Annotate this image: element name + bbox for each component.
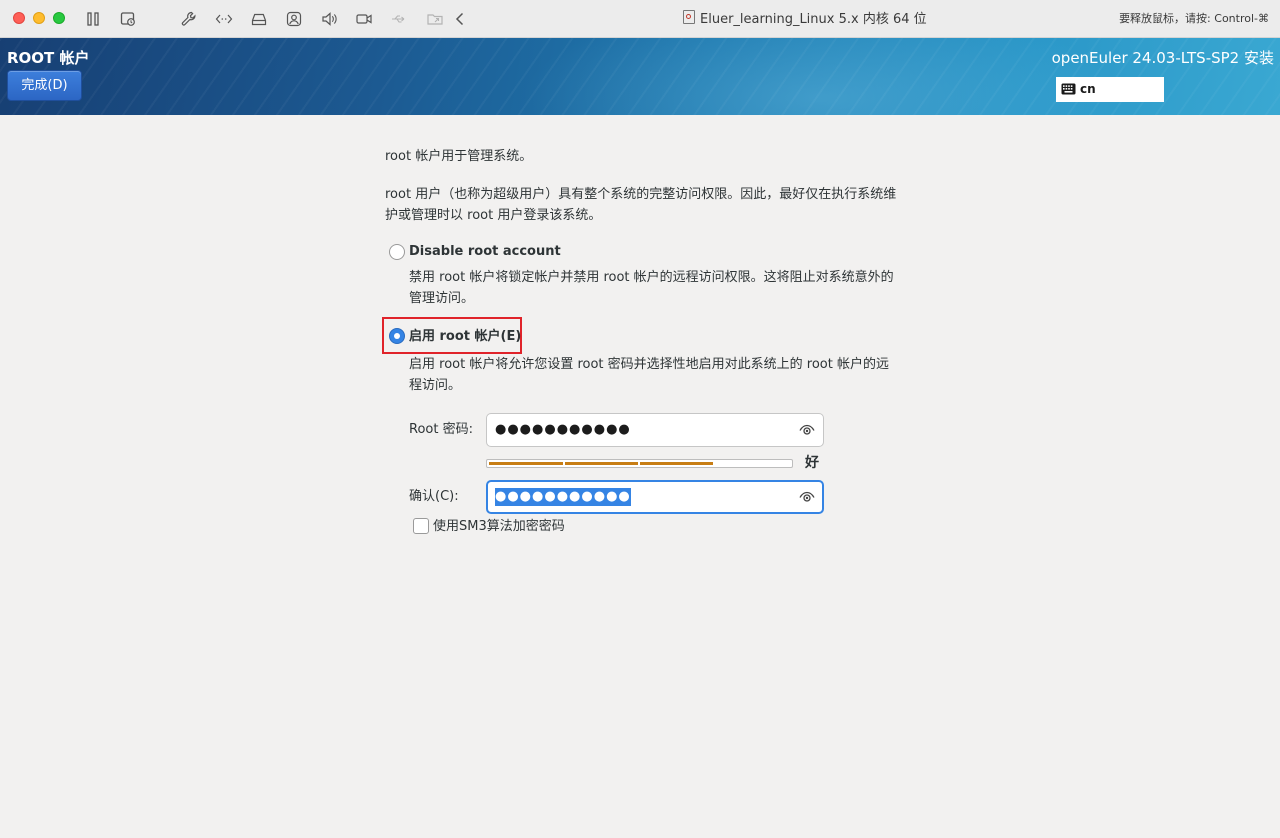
enable-root-label[interactable]: 启用 root 帐户(E) [409,328,521,346]
sm3-encryption-label[interactable]: 使用SM3算法加密密码 [433,516,565,537]
confirm-password-input[interactable]: ●●●●●●●●●●● [486,480,824,514]
password-strength-meter [486,459,793,468]
disable-root-label[interactable]: Disable root account [409,243,561,261]
usb-icon[interactable] [390,10,408,28]
window-title-text: Eluer_learning_Linux 5.x 内核 64 位 [700,12,927,27]
snapshot-icon[interactable] [119,10,137,28]
spoke-title: ROOT 帐户 [7,49,90,67]
code-icon[interactable] [215,10,233,28]
intro-text: root 帐户用于管理系统。 [385,149,533,164]
disable-root-radio[interactable] [389,244,405,260]
maximize-window-button[interactable] [53,12,65,24]
disable-root-help-line-1: 禁用 root 帐户将锁定帐户并禁用 root 帐户的远程访问权限。这将阻止对系… [409,270,894,285]
enable-root-help-line-1: 启用 root 帐户将允许您设置 root 密码并选择性地启用对此系统上的 ro… [409,357,889,372]
root-password-input[interactable]: ●●●●●●●●●●● [486,413,824,447]
spoke-header: ROOT 帐户 完成(D) openEuler 24.03-LTS-SP2 安装… [0,38,1280,115]
camera-icon[interactable] [355,10,373,28]
confirm-password-label: 确认(C): [409,489,459,504]
strength-segment-2 [565,462,638,465]
close-window-button[interactable] [13,12,25,24]
pause-icon[interactable] [84,10,102,28]
window-titlebar: Eluer_learning_Linux 5.x 内核 64 位 要释放鼠标，请… [0,0,1280,38]
enable-root-help-line-2: 程访问。 [409,378,462,393]
user-lock-icon[interactable] [285,10,303,28]
description-line-2: 护或管理时以 root 用户登录该系统。 [385,208,602,223]
product-title: openEuler 24.03-LTS-SP2 安装 [1051,49,1274,67]
folder-share-icon[interactable] [426,10,444,28]
mouse-release-hint: 要释放鼠标，请按: Control-⌘ [1119,12,1269,25]
minimize-window-button[interactable] [33,12,45,24]
description-line-1: root 用户（也称为超级用户）具有整个系统的完整访问权限。因此，最好仅在执行系… [385,187,897,202]
speaker-icon[interactable] [320,10,338,28]
show-confirm-password-eye-icon[interactable] [799,491,815,503]
root-password-value: ●●●●●●●●●●● [495,422,631,437]
chevron-left-icon[interactable] [451,10,469,28]
strength-segment-3 [640,462,713,465]
enable-root-radio[interactable] [389,328,405,344]
confirm-password-value: ●●●●●●●●●●● [495,488,631,506]
strength-segment-1 [489,462,563,465]
drive-icon[interactable] [250,10,268,28]
sm3-encryption-checkbox[interactable] [413,518,429,534]
disable-root-help-line-2: 管理访问。 [409,291,475,306]
root-password-label: Root 密码: [409,422,473,437]
wrench-icon[interactable] [180,10,198,28]
password-strength-label: 好 [805,455,819,471]
keyboard-icon [1061,83,1076,95]
done-button[interactable]: 完成(D) [7,70,82,101]
keyboard-layout-indicator[interactable]: cn [1056,77,1164,102]
window-title: Eluer_learning_Linux 5.x 内核 64 位 [683,10,927,28]
vm-document-icon [683,10,695,24]
keyboard-layout-label: cn [1080,82,1096,96]
show-password-eye-icon[interactable] [799,424,815,436]
